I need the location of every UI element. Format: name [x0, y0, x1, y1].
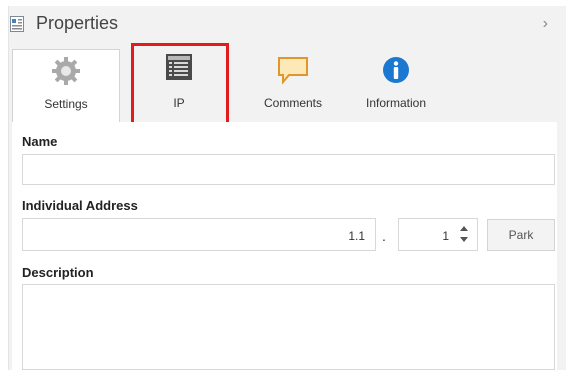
description-label: Description [22, 265, 94, 280]
tab-label: Comments [263, 96, 322, 110]
panel-header: Properties › [8, 12, 548, 38]
tab-comments[interactable]: Comments [248, 49, 338, 121]
address-device-value: 1 [442, 229, 449, 243]
settings-form: Name Individual Address 1.1 . 1 Park Des… [12, 122, 557, 370]
tab-settings[interactable]: Settings [12, 49, 120, 122]
highlight-box [131, 43, 229, 133]
name-input[interactable] [22, 154, 555, 185]
tab-information[interactable]: Information [348, 49, 444, 121]
address-device-stepper[interactable]: 1 [398, 218, 478, 251]
gear-icon [51, 56, 81, 89]
address-separator: . [382, 228, 386, 244]
info-icon [381, 55, 411, 88]
individual-address-label: Individual Address [22, 198, 138, 213]
panel-title: Properties [36, 13, 119, 33]
properties-icon [10, 16, 24, 32]
tab-label: Settings [44, 97, 88, 111]
tab-strip: Settings IP Comments Information [12, 49, 557, 123]
spinner-arrows-icon[interactable] [459, 223, 469, 245]
name-label: Name [22, 134, 58, 149]
comment-icon [277, 55, 309, 88]
description-textarea[interactable] [22, 284, 555, 370]
tab-label: Information [365, 96, 427, 110]
address-prefix-field[interactable]: 1.1 [22, 218, 376, 251]
chevron-right-icon[interactable]: › [543, 15, 548, 33]
address-prefix-value: 1.1 [348, 229, 365, 243]
park-button[interactable]: Park [487, 219, 555, 251]
